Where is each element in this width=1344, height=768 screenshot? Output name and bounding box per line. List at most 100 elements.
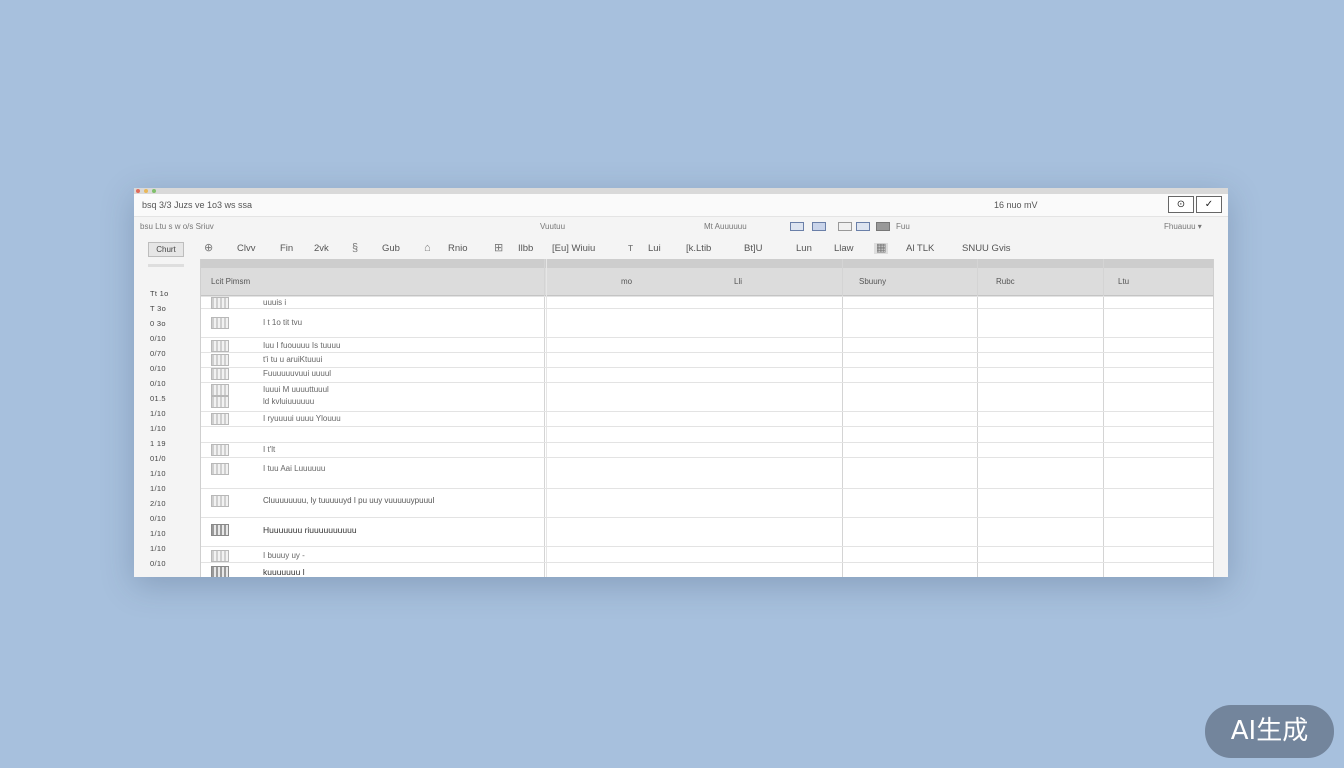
row-gutter: Tt 1o T 3o 0 3o 0/10 0/70 0/10 0/10 01.5 1/10 1/1…: [134, 260, 198, 577]
text-icon[interactable]: ᴛ: [628, 243, 633, 254]
row-label: I buuuy uy -: [263, 551, 305, 560]
grid-icon[interactable]: ⊞: [494, 243, 503, 254]
row-divider: [201, 517, 1213, 518]
col-header-5[interactable]: Rubc: [996, 268, 1015, 295]
minimize-button[interactable]: ⊙: [1168, 196, 1194, 213]
row-thumbnail-icon: [211, 495, 229, 507]
row-label: t'i tu u aruiKtuuui: [263, 355, 323, 364]
column-divider: [544, 259, 545, 577]
row-label: I t 1o tit tvu: [263, 318, 303, 327]
tool-11[interactable]: Lun: [796, 238, 812, 260]
tool-6[interactable]: Ilbb: [518, 238, 533, 260]
row-label: I tuu Aai Luuuuuu: [263, 464, 326, 473]
col-header-6[interactable]: Ltu: [1118, 268, 1129, 295]
zoom-readout[interactable]: 16 nuo mV: [994, 194, 1038, 216]
row-number: 01.5: [150, 394, 166, 403]
row-label: I ryuuuui uuuu Ylouuu: [263, 414, 341, 423]
tool-9[interactable]: [k.Ltib: [686, 238, 711, 260]
format-grid-icon[interactable]: [812, 222, 826, 231]
tool-14[interactable]: SNUU Gvis: [962, 238, 1011, 260]
row-thumbnail-icon: [211, 550, 229, 562]
row-number: 1/10: [150, 424, 166, 433]
row-thumbnail-icon: [211, 413, 229, 425]
tool-12[interactable]: Llaw: [834, 238, 854, 260]
row-thumbnail-icon: [211, 354, 229, 366]
row-number: 0/10: [150, 559, 166, 568]
row-thumbnail-icon: [211, 297, 229, 309]
row-number: 1/10: [150, 409, 166, 418]
tool-5[interactable]: Rnio: [448, 238, 468, 260]
subbar-small-label: Fuu: [896, 222, 910, 231]
close-dot-icon[interactable]: [136, 189, 140, 193]
column-divider: [842, 259, 843, 577]
chart-button[interactable]: Churt: [148, 242, 184, 257]
grid-header: Lcit Pimsm mo Lli Sbuuny Rubc Ltu: [201, 268, 1213, 296]
tool-13[interactable]: Al TLK: [906, 238, 934, 260]
col-header-3[interactable]: Lli: [734, 268, 742, 295]
highlight-icon[interactable]: ▦: [874, 243, 889, 254]
subbar-menu[interactable]: bsu Ltu s w o/s Sriuv: [140, 217, 214, 236]
row-divider: [201, 411, 1213, 412]
row-label: Fuuuuuuvuui uuuul: [263, 369, 332, 378]
row-thumbnail-icon: [211, 368, 229, 380]
row-number: 1/10: [150, 469, 166, 478]
column-divider: [546, 259, 547, 577]
row-divider: [201, 442, 1213, 443]
row-label: kuuuuuuu l: [263, 567, 305, 577]
row-label: Cluuuuuuuu, ly tuuuuuyd I pu uuy vuuuuuy…: [263, 496, 435, 505]
row-number: 1/10: [150, 544, 166, 553]
tool-10[interactable]: Bt]U: [744, 238, 762, 260]
row-label: Iuuui M uuuuttuuul: [263, 385, 329, 394]
row-thumbnail-icon: [211, 463, 229, 475]
grid-header-strip: [201, 259, 1213, 268]
row-divider: [201, 382, 1213, 383]
format-check-icon[interactable]: [838, 222, 852, 231]
row-number: 2/10: [150, 499, 166, 508]
check-button[interactable]: ✓: [1196, 196, 1222, 213]
menubar: bsq 3/3 Juzs ve 1o3 ws ssa 16 nuo mV ⊙ ✓: [134, 194, 1228, 217]
col-header-name[interactable]: Lcit Pimsm: [211, 268, 250, 295]
toolbar: Churt ⊕ Clvv Fin 2vk § Gub ⌂ Rnio ⊞ Ilbb…: [134, 238, 1228, 260]
row-divider: [201, 546, 1213, 547]
format-columns-icon[interactable]: [856, 222, 870, 231]
row-thumbnail-icon: [211, 524, 229, 536]
row-number: 01/0: [150, 454, 166, 463]
row-thumbnail-icon: [211, 444, 229, 456]
row-divider: [201, 426, 1213, 427]
column-divider: [977, 259, 978, 577]
col-header-2[interactable]: mo: [621, 268, 632, 295]
tool-8[interactable]: Lui: [648, 238, 661, 260]
format-fill-icon[interactable]: [876, 222, 890, 231]
row-divider: [201, 296, 1213, 297]
row-divider: [201, 457, 1213, 458]
section-icon[interactable]: §: [352, 243, 358, 254]
row-thumbnail-icon: [211, 317, 229, 329]
row-number: 1/10: [150, 529, 166, 538]
row-thumbnail-icon: [211, 396, 229, 408]
home-icon[interactable]: ⌂: [424, 243, 431, 254]
row-number: 0/70: [150, 349, 166, 358]
row-number: 0/10: [150, 334, 166, 343]
subbar: bsu Ltu s w o/s Sriuv Vuutuu Mt Auuuuuu …: [134, 217, 1228, 236]
row-divider: [201, 308, 1213, 309]
format-label: Mt Auuuuuu: [704, 222, 747, 231]
tool-7[interactable]: [Eu] Wiuiu: [552, 238, 595, 260]
data-grid: Lcit Pimsm mo Lli Sbuuny Rubc Ltu uuuis …: [200, 259, 1214, 577]
tool-1[interactable]: Clvv: [237, 238, 255, 260]
subbar-center-label: Vuutuu: [540, 222, 566, 231]
row-number: 1 19: [150, 439, 166, 448]
app-window: bsq 3/3 Juzs ve 1o3 ws ssa 16 nuo mV ⊙ ✓…: [134, 188, 1228, 577]
zoom-dot-icon[interactable]: [152, 189, 156, 193]
col-header-4[interactable]: Sbuuny: [859, 268, 886, 295]
format-table-icon[interactable]: [790, 222, 804, 231]
add-icon[interactable]: ⊕: [204, 243, 213, 254]
tool-3[interactable]: 2vk: [314, 238, 329, 260]
row-number: T 3o: [150, 304, 167, 313]
row-label: Iuu I fuouuuu Is tuuuu: [263, 341, 341, 350]
tool-4[interactable]: Gub: [382, 238, 400, 260]
subbar-right-dropdown[interactable]: Fhuauuu ▾: [1164, 217, 1202, 236]
tool-2[interactable]: Fin: [280, 238, 293, 260]
row-label: ld kvluiuuuuuu: [263, 397, 315, 406]
minimize-dot-icon[interactable]: [144, 189, 148, 193]
row-label: uuuis i: [263, 298, 287, 307]
